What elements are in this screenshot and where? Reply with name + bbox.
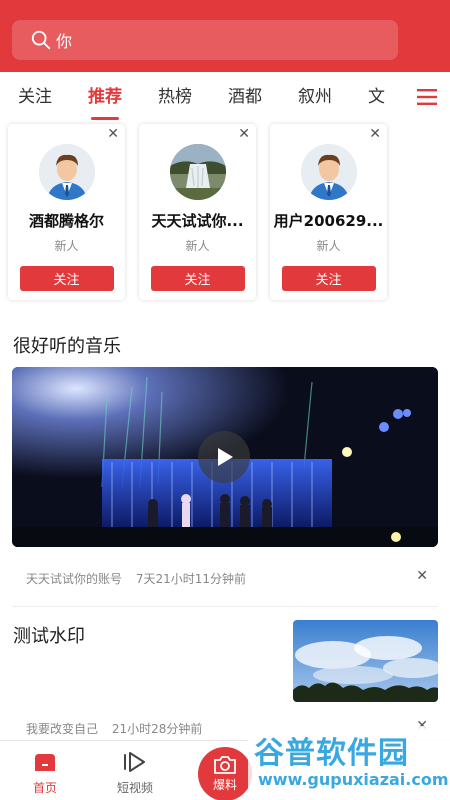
recommended-users: ✕ 酒都腾格尔 新人 关注 ✕ 天天试试你... 新人 关注 ✕ 用户20062… [8, 124, 387, 302]
play-circle-icon [124, 752, 145, 772]
watermark-url: www.gupuxiazai.com [258, 770, 449, 789]
avatar[interactable] [169, 144, 226, 200]
nav-label: 爆料 [212, 778, 237, 792]
user-card: ✕ 天天试试你... 新人 关注 [139, 124, 256, 300]
tab-jiudu[interactable]: 酒都 [210, 72, 280, 122]
follow-button[interactable]: 关注 [19, 266, 114, 291]
user-tag: 新人 [316, 239, 341, 253]
search-input[interactable]: 你 [56, 28, 72, 52]
search-bar[interactable]: 你 [12, 20, 398, 60]
app-header: 你 [0, 0, 450, 72]
category-tabs: 关注 推荐 热榜 酒都 叙州 文 [0, 72, 450, 122]
close-icon[interactable]: ✕ [416, 568, 428, 584]
nav-short-video[interactable]: 短视频 [90, 741, 180, 800]
user-card: ✕ 酒都腾格尔 新人 关注 [8, 124, 125, 300]
site-watermark: 谷普软件园 www.gupuxiazai.com [248, 726, 450, 800]
post-meta: 我要改变自己 21小时28分钟前 [26, 720, 212, 737]
tab-hot[interactable]: 热榜 [140, 72, 210, 122]
post-title[interactable]: 测试水印 [13, 622, 85, 648]
post-meta: 天天试试你的账号 7天21小时11分钟前 [26, 570, 256, 587]
avatar[interactable] [38, 144, 95, 200]
tab-menu-button[interactable] [404, 72, 450, 122]
avatar[interactable] [300, 144, 357, 200]
user-name: 酒都腾格尔 [28, 212, 104, 230]
camera-icon [214, 756, 236, 774]
user-card: ✕ 用户200629... 新人 关注 [270, 124, 387, 300]
tab-more-partial[interactable]: 文 [350, 72, 385, 122]
play-icon [218, 448, 233, 466]
close-icon[interactable]: ✕ [107, 126, 119, 142]
post-title[interactable]: 很好听的音乐 [13, 332, 121, 358]
menu-icon [417, 89, 437, 105]
close-icon[interactable]: ✕ [369, 126, 381, 142]
watermark-text: 谷普软件园 [254, 736, 409, 771]
tab-follow[interactable]: 关注 [0, 72, 70, 122]
post-author[interactable]: 天天试试你的账号 [26, 572, 122, 586]
post-time: 21小时28分钟前 [111, 722, 203, 736]
user-tag: 新人 [185, 239, 210, 253]
close-icon[interactable]: ✕ [238, 126, 250, 142]
video-thumbnail[interactable] [12, 367, 438, 547]
follow-button[interactable]: 关注 [281, 266, 376, 291]
home-icon [35, 754, 55, 771]
post-author[interactable]: 我要改变自己 [26, 722, 98, 736]
nav-label: 首页 [32, 781, 57, 795]
user-tag: 新人 [54, 239, 79, 253]
play-button[interactable] [198, 431, 250, 483]
follow-button[interactable]: 关注 [150, 266, 245, 291]
report-button[interactable]: 爆料 [198, 747, 252, 800]
tab-recommend[interactable]: 推荐 [70, 72, 140, 122]
user-name: 天天试试你... [151, 212, 244, 230]
post-thumbnail[interactable] [293, 620, 438, 702]
nav-home[interactable]: 首页 [0, 741, 90, 800]
divider [12, 606, 438, 607]
nav-label: 短视频 [116, 781, 153, 795]
user-name: 用户200629... [273, 212, 384, 230]
post-time: 7天21小时11分钟前 [135, 572, 247, 586]
tab-xuzhou[interactable]: 叙州 [280, 72, 350, 122]
search-icon [31, 30, 51, 50]
